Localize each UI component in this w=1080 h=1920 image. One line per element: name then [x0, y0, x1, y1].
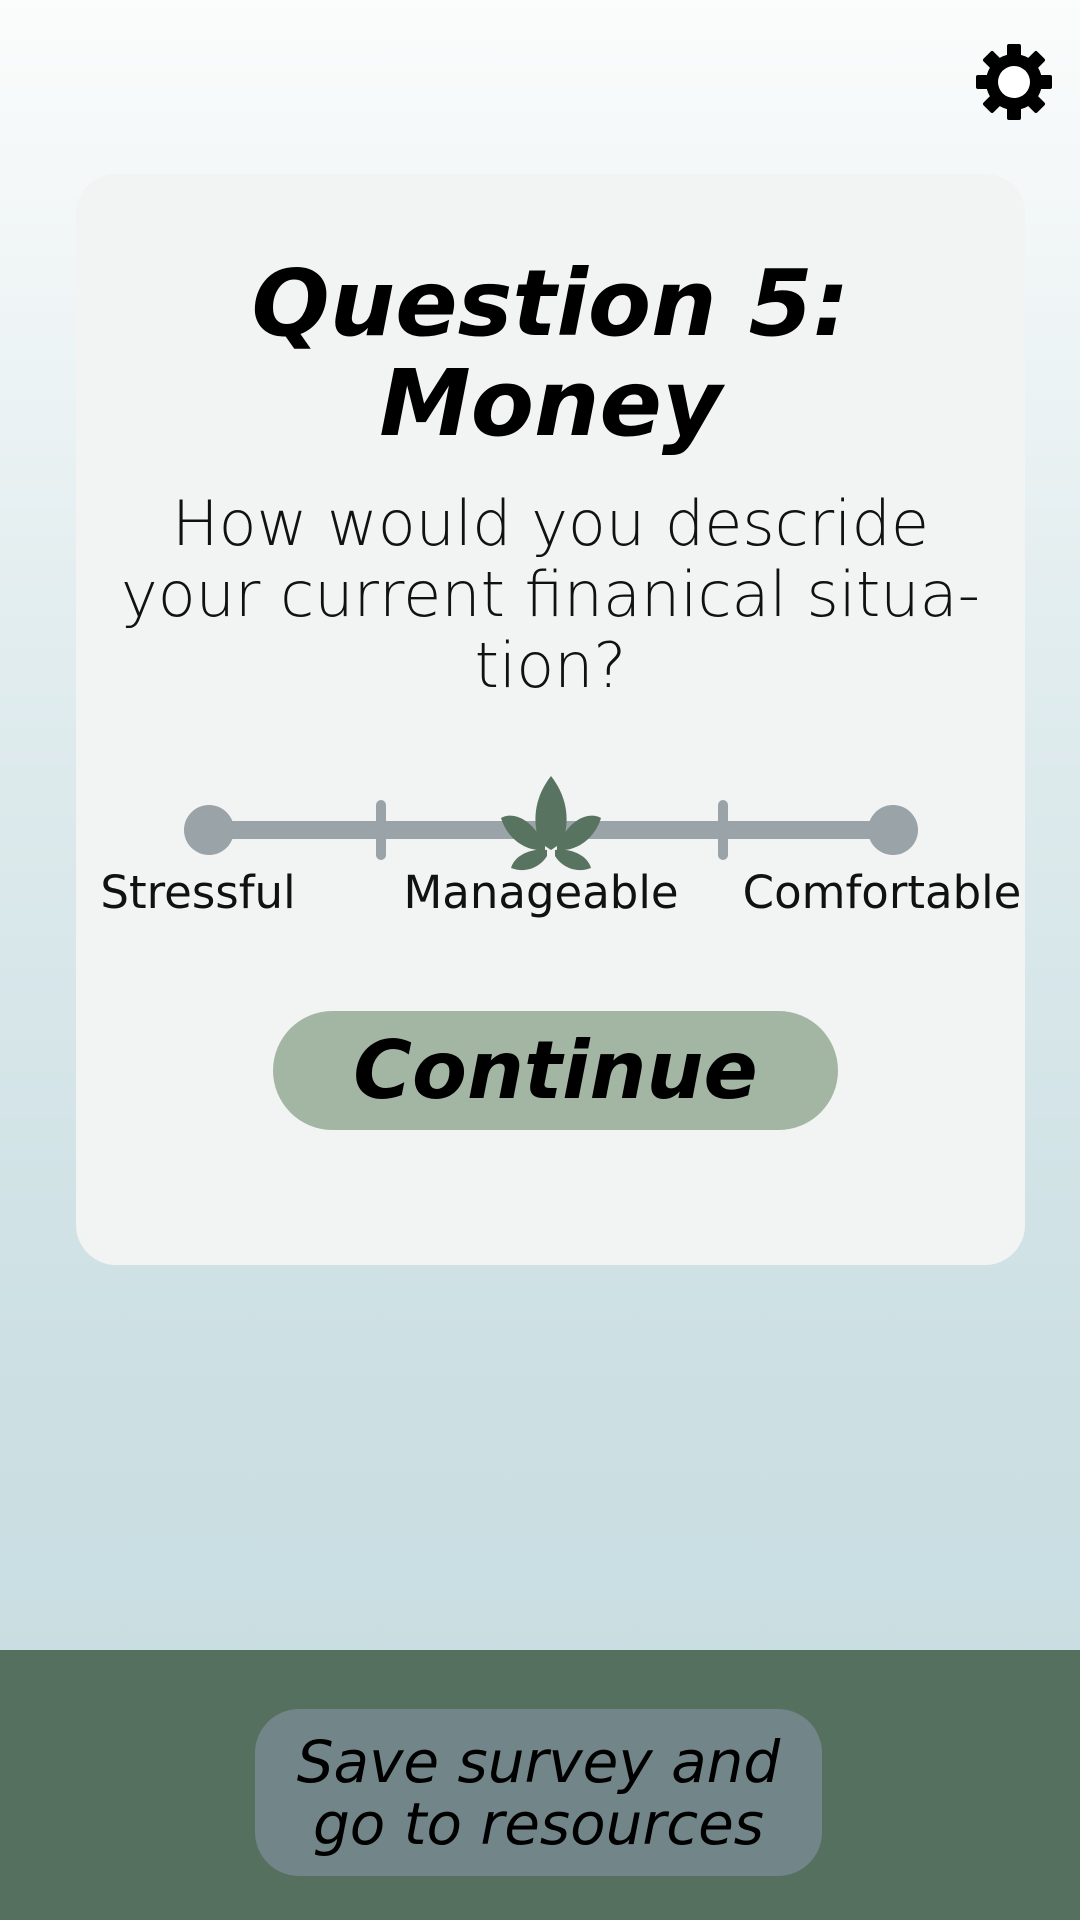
leaf-icon[interactable]	[501, 776, 601, 871]
question-card: Question 5: Money How would you descride…	[76, 174, 1025, 1265]
slider-end-stop-right[interactable]	[868, 805, 918, 855]
question-text: How would you descride your current fina…	[106, 488, 995, 701]
slider-label-comfortable: Comfortable	[742, 866, 1022, 919]
question-text-line2: your current finanical situa-	[121, 558, 980, 631]
save-button-line2: go to resources	[312, 1789, 765, 1858]
slider-tick-1[interactable]	[376, 800, 386, 860]
settings-button[interactable]	[974, 42, 1054, 122]
slider-tick-3[interactable]	[718, 800, 728, 860]
question-text-line1: How would you descride	[172, 487, 929, 560]
continue-button[interactable]: Continue	[273, 1011, 838, 1130]
question-title-line1: Question 5:	[251, 250, 850, 357]
question-title: Question 5: Money	[76, 254, 1025, 454]
gear-icon	[976, 44, 1052, 120]
slider-end-stop-left[interactable]	[184, 805, 234, 855]
question-text-line3: tion?	[474, 629, 627, 702]
slider-label-manageable: Manageable	[403, 866, 679, 919]
continue-button-label: Continue	[353, 1024, 758, 1117]
slider-label-stressful: Stressful	[100, 866, 296, 919]
save-and-resources-button[interactable]: Save survey and go to resources	[255, 1709, 822, 1876]
question-title-line2: Money	[379, 350, 722, 457]
save-button-line1: Save survey and	[296, 1727, 781, 1796]
footer-bar: Save survey and go to resources	[0, 1650, 1080, 1920]
